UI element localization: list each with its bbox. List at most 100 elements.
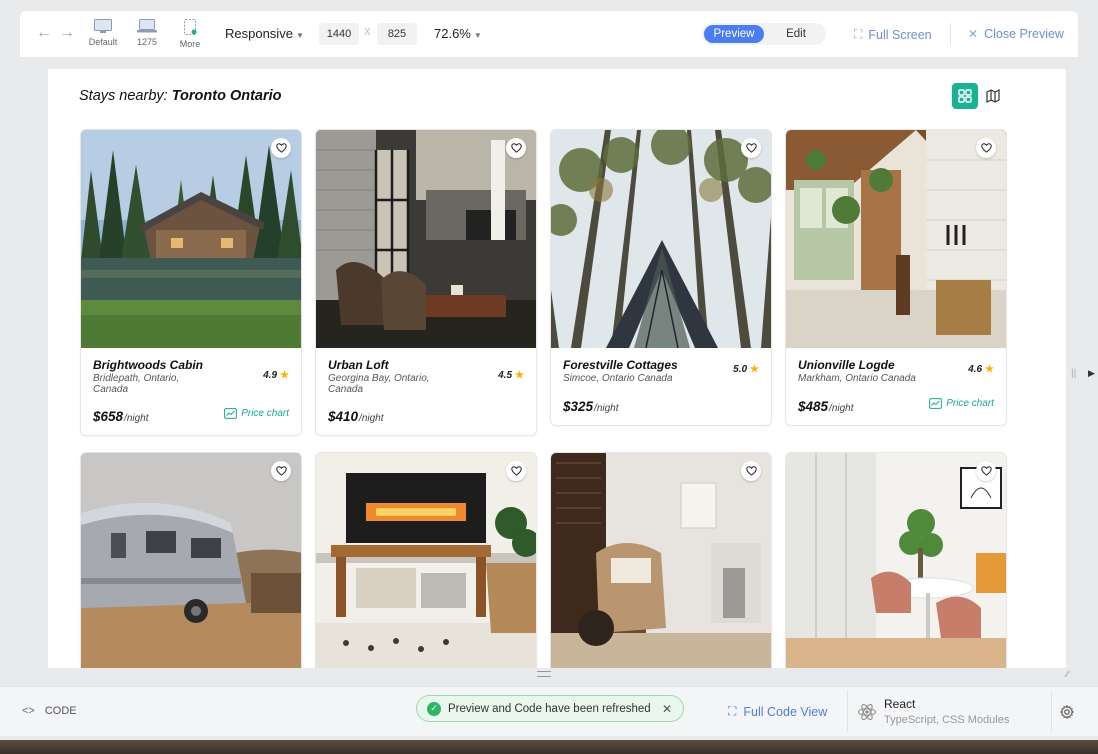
heart-icon xyxy=(510,143,522,153)
expand-icon: ⛶ xyxy=(728,704,737,718)
full-code-view-button[interactable]: ⛶ Full Code View xyxy=(728,704,827,719)
width-input[interactable]: 1440 xyxy=(319,23,359,45)
dimension-separator: X xyxy=(364,27,371,38)
device-more-button[interactable]: More xyxy=(168,18,212,49)
star-icon: ★ xyxy=(515,370,524,381)
favorite-button[interactable] xyxy=(741,138,761,158)
heart-icon xyxy=(510,466,522,476)
listing-info: Brightwoods Cabin Bridlepath, Ontario, C… xyxy=(81,348,301,395)
monitor-icon xyxy=(94,19,112,33)
star-icon: ★ xyxy=(985,364,994,375)
star-icon: ★ xyxy=(750,364,759,375)
resize-handle-icon[interactable]: || xyxy=(1071,368,1076,379)
close-preview-label: Close Preview xyxy=(984,27,1064,41)
listing-rating: 4.9 ★ xyxy=(263,370,289,381)
zoom-label: 72.6% xyxy=(434,26,471,41)
price-value: $410 xyxy=(328,409,359,424)
zoom-dropdown[interactable]: 72.6% ▼ xyxy=(434,26,482,41)
close-preview-button[interactable]: ✕ Close Preview xyxy=(968,27,1064,41)
toast-message: Preview and Code have been refreshed xyxy=(448,702,651,715)
listing-card[interactable] xyxy=(550,452,772,668)
listing-rating: 4.6 ★ xyxy=(968,364,994,375)
listing-price: $658/night xyxy=(93,409,149,424)
expand-icon: ⛶ xyxy=(854,27,863,41)
listing-card[interactable] xyxy=(80,452,302,668)
drag-handle-icon[interactable] xyxy=(537,671,551,677)
favorite-button[interactable] xyxy=(976,461,996,481)
device-default-button[interactable]: Default xyxy=(81,18,125,47)
listing-photo xyxy=(786,130,1006,348)
heart-icon xyxy=(745,466,757,476)
height-input[interactable]: 825 xyxy=(377,23,417,45)
framework-sub: TypeScript, CSS Modules xyxy=(884,714,1010,726)
chart-icon xyxy=(929,398,943,409)
listing-photo xyxy=(786,453,1006,668)
more-devices-icon xyxy=(184,19,197,35)
listing-photo xyxy=(81,453,301,668)
arrow-right-icon[interactable]: → xyxy=(59,24,75,42)
rating-value: 4.5 xyxy=(498,370,513,381)
full-code-label: Full Code View xyxy=(743,704,828,719)
price-unit: /night xyxy=(594,403,619,414)
device-1275-button[interactable]: 1275 xyxy=(125,18,169,47)
mode-preview-button[interactable]: Preview xyxy=(704,25,764,43)
page-title: Stays nearby: Toronto Ontario xyxy=(79,88,282,104)
responsive-dropdown[interactable]: Responsive ▼ xyxy=(225,26,304,41)
listing-name: Urban Loft xyxy=(328,358,389,372)
framework-selector[interactable]: React TypeScript, CSS Modules xyxy=(847,690,1052,732)
favorite-button[interactable] xyxy=(271,461,291,481)
listing-price: $410/night xyxy=(328,409,384,424)
listing-rating: 5.0 ★ xyxy=(733,364,759,375)
grid-view-button[interactable] xyxy=(952,83,978,109)
heart-icon xyxy=(745,143,757,153)
page-title-location: Toronto Ontario xyxy=(171,88,282,104)
framework-name: React xyxy=(884,697,916,711)
listing-photo xyxy=(316,453,536,668)
price-unit: /night xyxy=(359,413,384,424)
listing-name: Unionville Logde xyxy=(798,358,895,372)
full-screen-button[interactable]: ⛶ Full Screen xyxy=(854,27,932,42)
price-chart-link[interactable]: Price chart xyxy=(224,408,289,419)
arrow-left-icon[interactable]: ← xyxy=(36,24,52,42)
price-unit: /night xyxy=(124,413,149,424)
price-value: $325 xyxy=(563,399,594,414)
mode-edit-button[interactable]: Edit xyxy=(768,25,824,43)
preview-edit-toggle: Preview Edit xyxy=(702,23,826,45)
gear-icon[interactable] xyxy=(1060,705,1074,719)
listing-rating: 4.5 ★ xyxy=(498,370,524,381)
grid-icon xyxy=(958,89,972,103)
close-icon: ✕ xyxy=(968,27,979,41)
heart-icon xyxy=(275,466,287,476)
price-chart-link[interactable]: Price chart xyxy=(929,398,994,409)
listing-card[interactable] xyxy=(785,452,1007,668)
listing-card[interactable]: Urban Loft Georgina Bay, Ontario, Canada… xyxy=(315,129,537,436)
map-view-button[interactable] xyxy=(982,85,1004,107)
listing-price: $485/night xyxy=(798,399,854,414)
favorite-button[interactable] xyxy=(976,138,996,158)
preview-frame: Stays nearby: Toronto Ontario Brightwood… xyxy=(48,69,1066,668)
device-default-label: Default xyxy=(88,37,118,47)
price-value: $485 xyxy=(798,399,829,414)
listing-card[interactable]: Unionville Logde Markham, Ontario Canada… xyxy=(785,129,1007,426)
code-toggle-button[interactable]: <> CODE xyxy=(22,705,77,717)
favorite-button[interactable] xyxy=(271,138,291,158)
heart-icon xyxy=(980,143,992,153)
rating-value: 4.9 xyxy=(263,370,278,381)
chevron-down-icon: ▼ xyxy=(473,31,482,40)
react-icon xyxy=(858,703,876,721)
price-chart-label: Price chart xyxy=(241,408,289,419)
favorite-button[interactable] xyxy=(741,461,761,481)
page-title-prefix: Stays nearby: xyxy=(79,88,168,104)
corner-resize-icon[interactable]: ∕∕ xyxy=(1066,669,1069,679)
play-arrow-icon[interactable]: ▶ xyxy=(1088,368,1095,379)
close-icon[interactable]: ✕ xyxy=(662,702,672,716)
star-icon: ★ xyxy=(280,370,289,381)
listing-card[interactable] xyxy=(315,452,537,668)
listing-location: Simcoe, Ontario Canada xyxy=(563,373,673,384)
listing-card[interactable]: Brightwoods Cabin Bridlepath, Ontario, C… xyxy=(80,129,302,436)
listing-card[interactable]: Forestville Cottages Simcoe, Ontario Can… xyxy=(550,129,772,426)
favorite-button[interactable] xyxy=(506,138,526,158)
code-label: CODE xyxy=(44,705,77,717)
listing-photo xyxy=(316,130,536,348)
favorite-button[interactable] xyxy=(506,461,526,481)
